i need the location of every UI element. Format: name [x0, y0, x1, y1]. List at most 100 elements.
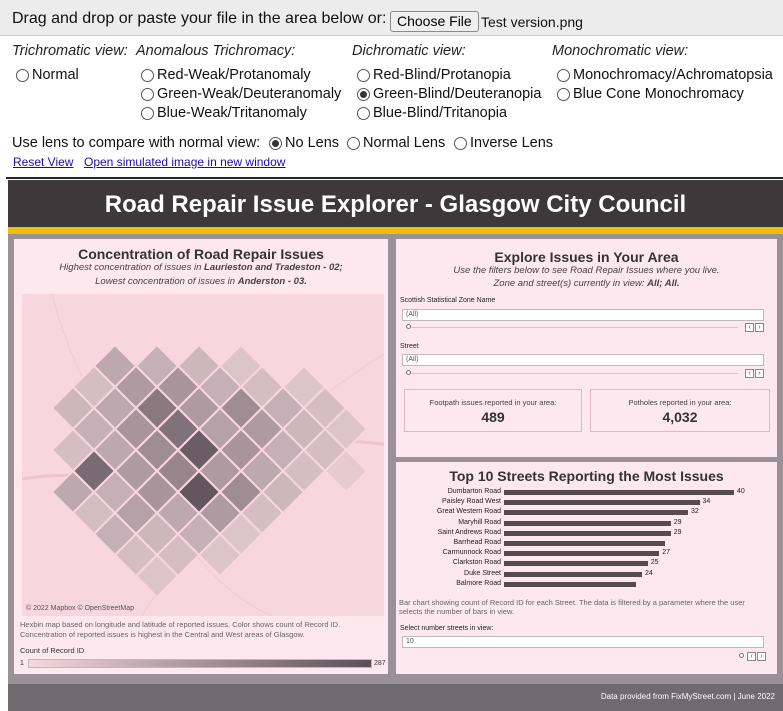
radio-protanopia[interactable]: Red-Blind/Protanopia: [357, 67, 511, 83]
select-streets-label: Select number streets in view:: [400, 625, 494, 632]
zone-filter-arrows[interactable]: ‹ ›: [745, 323, 764, 332]
dashboard-footer: Data provided from FixMyStreet.com | Jun…: [8, 684, 783, 711]
radio-circle-selected[interactable]: [357, 87, 370, 101]
bar[interactable]: [504, 520, 671, 526]
select-streets-input[interactable]: 10: [402, 636, 764, 648]
choose-file-button[interactable]: Choose File: [390, 11, 479, 32]
radio-label: Blue Cone Monochromacy: [573, 86, 744, 102]
street-filter-slider[interactable]: [406, 373, 738, 374]
map-caption-2: Concentration of reported issues is high…: [20, 630, 305, 639]
radio-circle[interactable]: [557, 87, 570, 101]
bar-value-label: 29: [673, 528, 682, 536]
zone-filter-knob[interactable]: [406, 324, 411, 329]
explore-panel: Explore Issues in Your Area Use the filt…: [396, 239, 777, 457]
map-panel-subtitle-2: Lowest concentration of issues in Anders…: [95, 276, 307, 287]
radio-protanomaly[interactable]: Red-Weak/Protanomaly: [141, 67, 311, 83]
bar[interactable]: [504, 551, 660, 557]
bar-category-label: Saint Andrews Road: [437, 528, 501, 536]
legend-max: 287: [374, 660, 386, 667]
bar[interactable]: [504, 541, 665, 546]
zone-filter-slider[interactable]: [406, 327, 738, 328]
next-arrow-icon[interactable]: ›: [757, 652, 766, 661]
dashboard-title: Road Repair Issue Explorer - Glasgow Cit…: [104, 191, 687, 218]
radio-label: Blue-Weak/Tritanomaly: [157, 105, 307, 121]
radio-tritanopia[interactable]: Blue-Blind/Tritanopia: [357, 105, 507, 121]
radio-blue-cone[interactable]: Blue Cone Monochromacy: [557, 86, 744, 102]
radio-label: No Lens: [285, 135, 340, 151]
radio-circle[interactable]: [357, 68, 370, 82]
open-image-link[interactable]: Open simulated image in new window: [84, 155, 285, 169]
dashboard-image: Road Repair Issue Explorer - Glasgow Cit…: [8, 180, 783, 711]
radio-circle[interactable]: [357, 106, 370, 120]
radio-label: Blue-Blind/Tritanopia: [373, 105, 508, 121]
street-filter-knob[interactable]: [406, 370, 411, 375]
street-filter-arrows[interactable]: ‹ ›: [745, 369, 764, 378]
footer-text: Data provided from FixMyStreet.com | Jun…: [600, 692, 775, 701]
next-arrow-icon[interactable]: ›: [755, 369, 764, 378]
radio-normal[interactable]: Normal: [16, 67, 79, 83]
map-svg: [22, 294, 384, 616]
bar-category-label: Carmunnock Road: [442, 549, 501, 557]
map-panel: Concentration of Road Repair Issues High…: [14, 239, 388, 674]
bar[interactable]: [504, 500, 700, 506]
next-arrow-icon[interactable]: ›: [755, 323, 764, 332]
radio-circle[interactable]: [141, 87, 154, 101]
bar-value-label: 24: [645, 569, 653, 577]
streets-slider-knob[interactable]: [739, 653, 744, 658]
radio-circle[interactable]: [16, 68, 29, 82]
bar-value-label: 40: [737, 488, 745, 495]
prev-arrow-icon[interactable]: ‹: [747, 652, 756, 661]
radio-normal-lens[interactable]: Normal Lens: [347, 135, 445, 151]
lens-label: Use lens to compare with normal view:: [12, 135, 261, 151]
radio-circle-selected[interactable]: [269, 136, 282, 150]
legend-title: Count of Record ID: [20, 646, 85, 655]
radio-label: Red-Weak/Protanomaly: [157, 67, 311, 83]
hexbin-map[interactable]: © 2022 Mapbox © OpenStreetMap: [22, 294, 384, 616]
potholes-kpi-label: Potholes reported in your area:: [628, 398, 732, 407]
radio-deuteranopia[interactable]: Green-Blind/Deuteranopia: [357, 86, 541, 102]
bar-caption-2: selects the number of bars in view.: [399, 607, 515, 616]
radio-circle[interactable]: [347, 136, 360, 150]
footpath-kpi: Footpath issues reported in your area: 4…: [404, 389, 582, 432]
radio-circle[interactable]: [557, 68, 570, 82]
radio-circle[interactable]: [454, 136, 467, 150]
prev-arrow-icon[interactable]: ‹: [745, 369, 754, 378]
radio-circle[interactable]: [141, 106, 154, 120]
streets-panel-title: Top 10 Streets Reporting the Most Issues: [449, 468, 724, 484]
hexbin-cells: [50, 343, 369, 599]
radio-circle[interactable]: [141, 68, 154, 82]
radio-inverse-lens[interactable]: Inverse Lens: [454, 135, 553, 151]
streets-arrows[interactable]: ‹ ›: [747, 652, 766, 661]
bar[interactable]: [504, 581, 637, 587]
bar-category-label: Maryhill Road: [458, 518, 501, 526]
reset-view-link[interactable]: Reset View: [13, 155, 73, 169]
trichromatic-title: Trichromatic view:: [12, 43, 128, 59]
radio-label: Normal Lens: [363, 135, 446, 151]
prev-arrow-icon[interactable]: ‹: [745, 323, 754, 332]
bar[interactable]: [504, 490, 734, 495]
zone-filter-select[interactable]: (All): [402, 309, 764, 321]
bar[interactable]: [504, 530, 671, 536]
bar-category-label: Paisley Road West: [441, 498, 501, 506]
color-legend-bar: [28, 659, 372, 668]
radio-deuteranomaly[interactable]: Green-Weak/Deuteranomaly: [141, 86, 341, 102]
radio-label: Monochromacy/Achromatopsia: [573, 67, 773, 83]
explore-panel-subtitle-2: Zone and street(s) currently in view: Al…: [493, 278, 680, 289]
map-panel-subtitle-1: Highest concentration of issues in Lauri…: [59, 262, 343, 273]
bar-value-label: 29: [673, 518, 682, 526]
footpath-kpi-label: Footpath issues reported in your area:: [429, 398, 557, 407]
bar-category-label: Duke Street: [464, 569, 501, 577]
bar[interactable]: [504, 571, 642, 577]
explore-panel-subtitle-1: Use the filters below to see Road Repair…: [453, 265, 720, 276]
radio-no-lens[interactable]: No Lens: [269, 135, 339, 151]
radio-tritanomaly[interactable]: Blue-Weak/Tritanomaly: [141, 105, 307, 121]
bar[interactable]: [504, 510, 688, 516]
bar[interactable]: [504, 561, 648, 567]
accent-stripe: [8, 227, 783, 234]
potholes-kpi-value: 4,032: [662, 409, 698, 425]
radio-achromatopsia[interactable]: Monochromacy/Achromatopsia: [557, 67, 773, 83]
street-filter-select[interactable]: (All): [402, 354, 764, 366]
bar-category-label: Dumbarton Road: [447, 488, 501, 495]
bar-category-label: Balmore Road: [456, 579, 501, 587]
radio-label: Green-Blind/Deuteranopia: [373, 86, 542, 102]
